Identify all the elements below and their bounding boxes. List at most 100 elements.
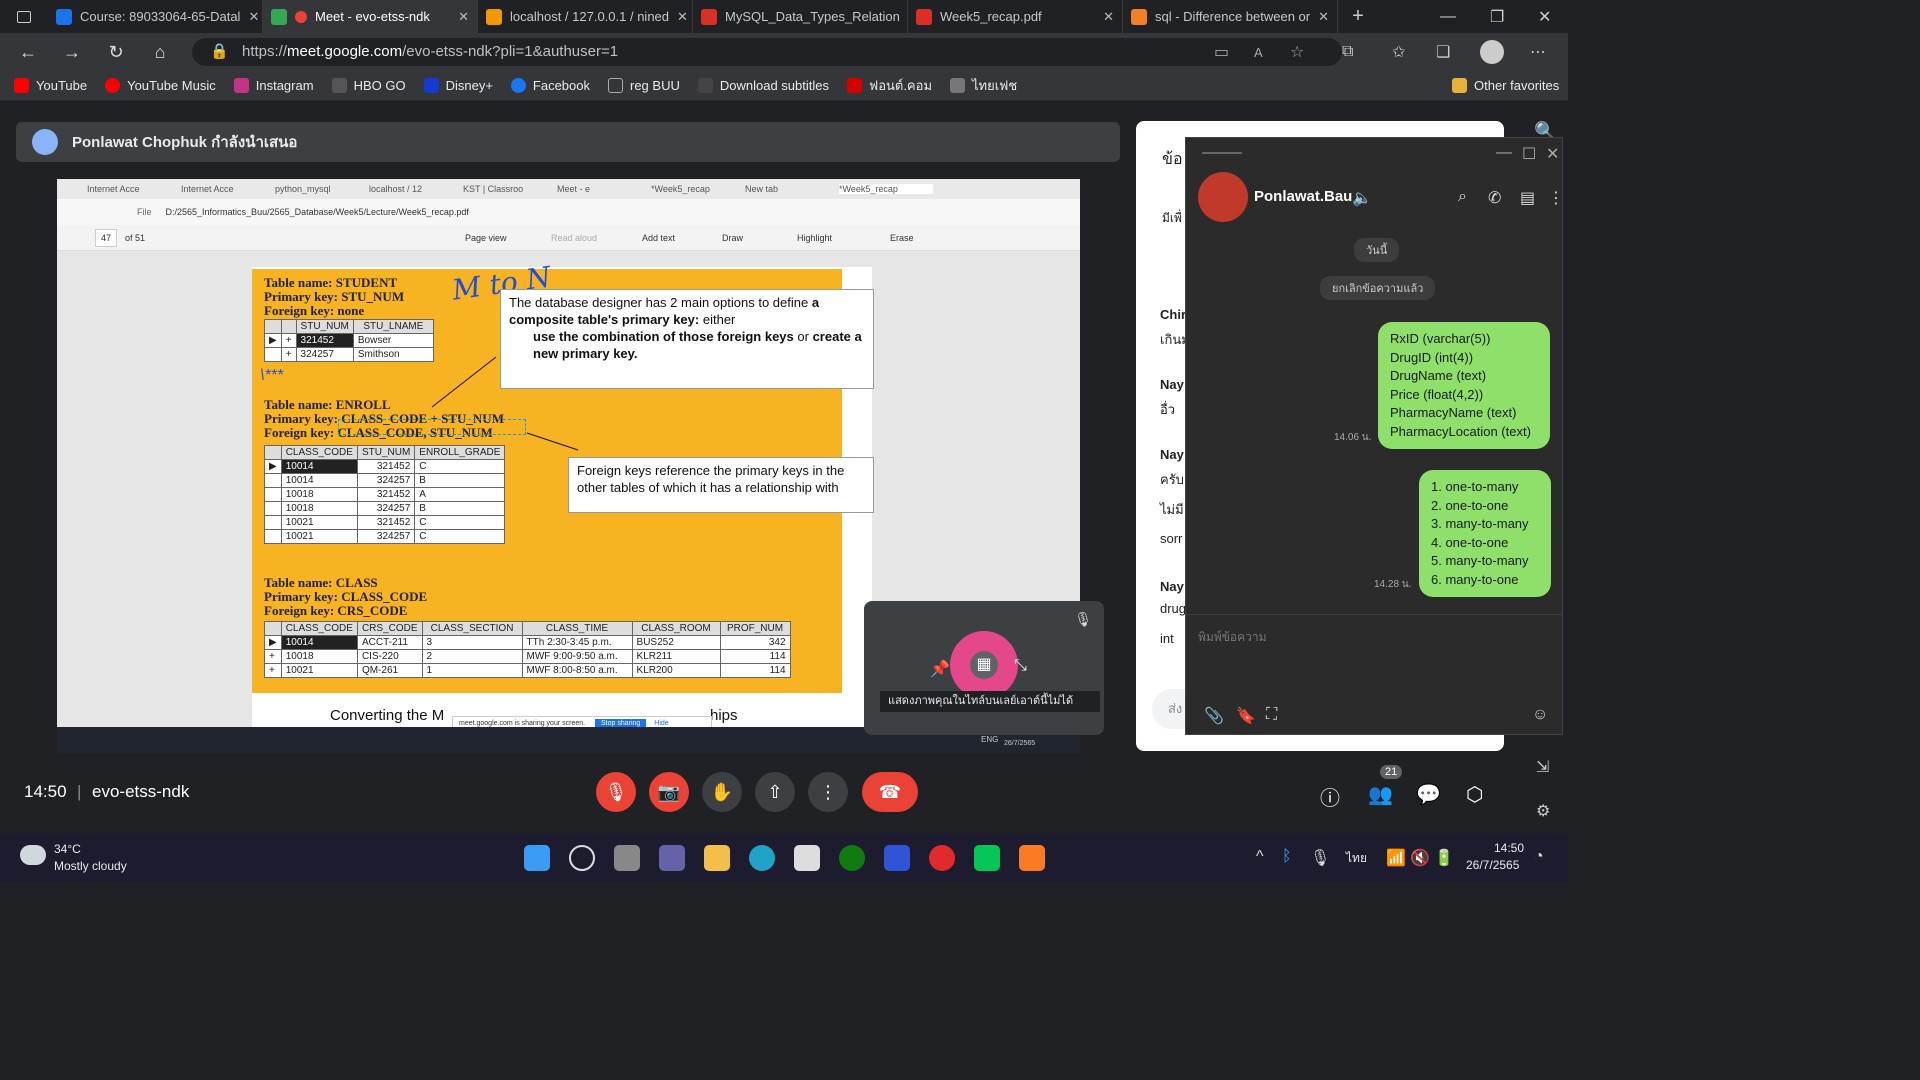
bookmark-font[interactable]: ฟอนต์.คอม: [846, 75, 932, 96]
search-icon[interactable]: ⌕: [1458, 188, 1467, 206]
teams-icon[interactable]: [659, 845, 685, 871]
more-icon[interactable]: ⋮: [1548, 188, 1564, 208]
wifi-icon[interactable]: 📶: [1386, 848, 1406, 868]
bookmark-reg-buu[interactable]: reg BUU: [608, 78, 680, 93]
bookmark-instagram[interactable]: Instagram: [233, 78, 314, 93]
close-icon[interactable]: ✕: [1095, 9, 1114, 25]
profile-avatar[interactable]: [1480, 40, 1504, 64]
media-player-icon[interactable]: [929, 845, 955, 871]
message-input[interactable]: พิมพ์ข้อความ: [1198, 628, 1267, 647]
tray-chevron-icon[interactable]: ^: [1256, 848, 1264, 866]
bookmark-hbo[interactable]: HBO GO: [331, 78, 406, 93]
close-icon[interactable]: ✕: [1310, 9, 1329, 25]
back-icon[interactable]: ←: [6, 42, 50, 63]
search-icon[interactable]: [569, 845, 595, 871]
close-icon[interactable]: ✕: [240, 9, 259, 25]
xampp-icon[interactable]: [1019, 845, 1045, 871]
clock-date[interactable]: 26/7/2565: [1466, 858, 1519, 872]
clock-time[interactable]: 14:50: [1494, 841, 1524, 855]
favorite-star-icon[interactable]: ☆: [1290, 42, 1304, 62]
minimize-tile-button[interactable]: ⤡: [1014, 657, 1027, 675]
contact-name[interactable]: Ponlawat.Bau: [1254, 188, 1352, 205]
bookmark-youtube-music[interactable]: YouTube Music: [105, 78, 216, 93]
address-input[interactable]: 🔒 https://meet.google.com/evo-etss-ndk?p…: [192, 38, 1342, 66]
notification-icon[interactable]: ◔: [1534, 848, 1544, 866]
weather-icon[interactable]: [20, 845, 46, 865]
refresh-icon[interactable]: ↻: [94, 42, 138, 63]
leave-call-button[interactable]: ☎: [862, 772, 918, 812]
forward-icon[interactable]: →: [50, 42, 94, 63]
task-view-icon[interactable]: [614, 845, 640, 871]
chat-stub: sorr: [1160, 531, 1183, 546]
volume-icon[interactable]: 🔇: [1410, 848, 1430, 868]
extensions-icon[interactable]: ⧉: [1342, 43, 1353, 61]
battery-icon[interactable]: 🔋: [1434, 848, 1454, 868]
tab-phpmyadmin[interactable]: localhost / 127.0.0.1 / nined ✕: [478, 0, 693, 33]
tab-mysql-pdf[interactable]: MySQL_Data_Types_Relation✕: [693, 0, 908, 33]
chat-icon[interactable]: 💬: [1416, 782, 1441, 807]
message-bubble[interactable]: 1. one-to-many 2. one-to-one 3. many-to-…: [1419, 470, 1551, 597]
more-options-button[interactable]: ⋮: [808, 772, 848, 812]
info-icon[interactable]: ⓘ: [1320, 782, 1340, 811]
line-icon[interactable]: [974, 845, 1000, 871]
new-tab-button[interactable]: +: [1338, 5, 1378, 28]
raise-hand-button[interactable]: ✋: [702, 772, 742, 812]
bookmark-icon[interactable]: 🔖: [1236, 706, 1256, 726]
subtitles-icon: [697, 78, 713, 93]
bookmark-youtube[interactable]: YouTube: [14, 78, 87, 93]
notes-icon[interactable]: ▤: [1520, 188, 1535, 208]
restore-button[interactable]: ❐: [1490, 7, 1504, 27]
file-explorer-icon[interactable]: [704, 845, 730, 871]
people-icon[interactable]: 👥: [1368, 782, 1393, 807]
bookmark-disney[interactable]: Disney+: [423, 78, 493, 93]
tab-week5-pdf[interactable]: Week5_recap.pdf ✕: [908, 0, 1123, 33]
close-icon[interactable]: ✕: [669, 9, 688, 25]
emoji-icon[interactable]: ☺: [1532, 706, 1548, 724]
camera-toggle-button[interactable]: 📷: [649, 772, 689, 812]
camera-icon[interactable]: ▭: [1214, 42, 1229, 62]
bookmark-facebook[interactable]: Facebook: [510, 78, 590, 93]
close-icon[interactable]: ✕: [450, 9, 469, 25]
stop-sharing-button[interactable]: Stop sharing: [595, 719, 647, 727]
tab-meet[interactable]: Meet - evo-etss-ndk ✕: [263, 0, 478, 33]
tab-actions-icon[interactable]: [0, 0, 48, 33]
table-row: +10021 QM-261 1 MWF 8:00-8:50 a.m. KLR200 114: [264, 663, 791, 678]
more-menu-icon[interactable]: ⋯: [1530, 42, 1546, 62]
bluetooth-icon[interactable]: ᛒ: [1282, 848, 1292, 866]
other-favorites[interactable]: Other favorites: [1452, 78, 1559, 93]
message-bubble[interactable]: RxID (varchar(5)) DrugID (int(4)) DrugNa…: [1378, 322, 1550, 449]
tab-stackoverflow[interactable]: sql - Difference between or ✕: [1123, 0, 1338, 33]
maximize-icon[interactable]: ☐: [1522, 144, 1536, 164]
language-indicator[interactable]: ไทย: [1346, 849, 1367, 868]
app-icon[interactable]: [884, 845, 910, 871]
minimize-button[interactable]: —: [1440, 8, 1456, 26]
close-icon[interactable]: ✕: [900, 9, 907, 25]
read-aloud-icon[interactable]: A: [1254, 45, 1263, 60]
mic-tray-icon[interactable]: 🎙: [1310, 848, 1330, 868]
minimize-icon[interactable]: —: [1496, 144, 1512, 162]
present-button[interactable]: ⇧: [755, 772, 795, 812]
edge-icon[interactable]: [749, 845, 775, 871]
tile-layout-button[interactable]: ▦: [970, 651, 998, 679]
callout-arrows: [431, 356, 579, 451]
store-icon[interactable]: [794, 845, 820, 871]
crop-icon[interactable]: ⛶: [1266, 706, 1277, 724]
presenter-avatar: [32, 129, 58, 155]
activities-icon[interactable]: ⬡: [1466, 782, 1483, 807]
mic-toggle-button[interactable]: 🎙: [596, 772, 636, 812]
xbox-icon[interactable]: [839, 845, 865, 871]
attach-icon[interactable]: 📎: [1204, 706, 1224, 726]
close-icon[interactable]: ✕: [1546, 144, 1559, 164]
collections-icon[interactable]: ❏: [1436, 42, 1450, 62]
close-window-button[interactable]: ✕: [1538, 7, 1551, 27]
contact-avatar[interactable]: [1198, 172, 1248, 222]
phone-icon[interactable]: ✆: [1488, 188, 1501, 208]
home-icon[interactable]: ⌂: [138, 42, 182, 63]
bookmark-thaifesh[interactable]: ไทยเฟช: [950, 75, 1017, 96]
pin-button[interactable]: 📌: [930, 659, 950, 679]
tab-course[interactable]: Course: 89033064-65-Datal ✕: [48, 0, 263, 33]
hide-link[interactable]: Hide: [654, 720, 668, 727]
favorites-icon[interactable]: ✩: [1392, 42, 1405, 62]
bookmark-download-subtitles[interactable]: Download subtitles: [697, 78, 829, 93]
start-icon[interactable]: [524, 845, 550, 871]
